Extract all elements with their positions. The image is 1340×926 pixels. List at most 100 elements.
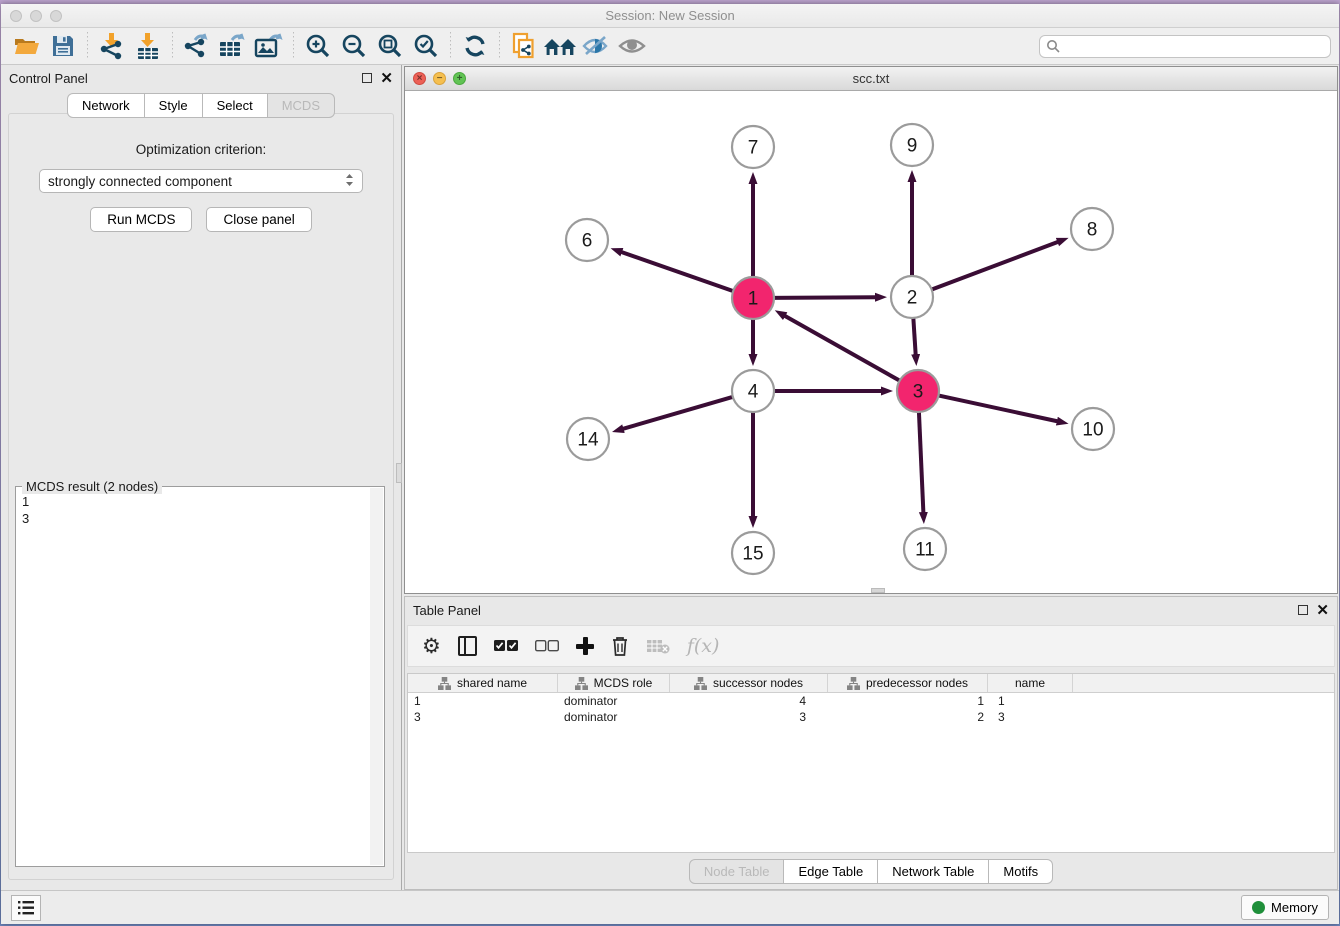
delete-column-button[interactable] [611, 635, 629, 657]
column-header[interactable]: MCDS role [558, 674, 670, 692]
memory-button[interactable]: Memory [1241, 895, 1329, 920]
hierarchy-icon [694, 677, 707, 690]
close-table-panel-icon[interactable]: ✕ [1316, 603, 1329, 618]
tab-network-table[interactable]: Network Table [878, 859, 989, 884]
graph-edge-1-2[interactable] [772, 297, 876, 298]
close-panel-icon[interactable]: ✕ [380, 71, 393, 86]
app-window: Session: New Session [1, 4, 1339, 924]
graph-edge-2-3[interactable] [913, 316, 915, 355]
search-field[interactable] [1039, 35, 1331, 58]
tab-network[interactable]: Network [67, 93, 145, 118]
zoom-in-button[interactable] [300, 30, 336, 62]
toolbar-separator [293, 32, 294, 60]
export-network-icon [183, 32, 211, 60]
unchecked-boxes-icon [535, 640, 559, 652]
chevron-up-down-icon [345, 173, 354, 190]
refresh-icon [462, 34, 488, 58]
float-table-panel-icon[interactable] [1298, 605, 1308, 615]
criterion-value: strongly connected component [48, 174, 232, 189]
titlebar: Session: New Session [1, 4, 1339, 28]
checked-boxes-icon [494, 640, 518, 652]
task-history-button[interactable] [11, 895, 41, 921]
column-header[interactable]: shared name [408, 674, 558, 692]
import-table-button[interactable] [130, 30, 166, 62]
tab-edge-table[interactable]: Edge Table [784, 859, 878, 884]
graph-node-label: 8 [1087, 220, 1098, 241]
cell-shared-name: 3 [408, 710, 558, 724]
mcds-result-line: 3 [22, 510, 380, 527]
criterion-dropdown[interactable]: strongly connected component [39, 169, 363, 193]
create-column-button[interactable] [576, 637, 594, 655]
trash-icon [611, 635, 629, 657]
table-row[interactable]: 1 dominator 4 1 1 [408, 693, 1334, 709]
show-networks-button[interactable] [542, 30, 578, 62]
delete-table-button[interactable] [646, 638, 670, 654]
control-panel-tabs: Network Style Select MCDS [1, 93, 401, 118]
plus-icon [576, 637, 594, 655]
graph-edge-3-10[interactable] [937, 395, 1058, 421]
tab-select[interactable]: Select [203, 93, 268, 118]
tab-style[interactable]: Style [145, 93, 203, 118]
graph-node-label: 9 [907, 136, 918, 157]
houses-icon [543, 35, 577, 57]
export-network-button[interactable] [179, 30, 215, 62]
import-network-button[interactable] [94, 30, 130, 62]
graph-edge-3-1[interactable] [784, 316, 901, 382]
toolbar-separator [499, 32, 500, 60]
show-eye-button[interactable] [614, 30, 650, 62]
float-panel-icon[interactable] [362, 73, 372, 83]
cell-name: 1 [988, 694, 1073, 708]
zoom-out-icon [341, 33, 367, 59]
result-scrollbar[interactable] [370, 488, 383, 865]
table-toolbar: ⚙ [407, 625, 1335, 667]
run-mcds-button[interactable]: Run MCDS [90, 207, 192, 232]
tab-motifs[interactable]: Motifs [989, 859, 1053, 884]
memory-label: Memory [1271, 900, 1318, 915]
panel-divider-handle[interactable] [396, 463, 402, 483]
tab-mcds[interactable]: MCDS [268, 93, 335, 118]
main-toolbar [1, 28, 1339, 65]
tab-node-table[interactable]: Node Table [689, 859, 785, 884]
column-header[interactable]: name [988, 674, 1073, 692]
control-panel-title: Control Panel [9, 71, 88, 86]
network-canvas[interactable]: 7968124314101511 [405, 91, 1337, 593]
zoom-in-icon [305, 33, 331, 59]
zoom-fit-button[interactable] [372, 30, 408, 62]
graph-node-label: 1 [748, 289, 759, 310]
columns-icon [458, 636, 477, 656]
column-header[interactable]: successor nodes [670, 674, 828, 692]
function-builder-button[interactable]: f(x) [687, 635, 720, 657]
cell-mcds-role: dominator [558, 694, 670, 708]
documents-share-icon [511, 32, 537, 60]
close-panel-button[interactable]: Close panel [206, 207, 311, 232]
toolbar-separator [87, 32, 88, 60]
canvas-resize-grip[interactable] [871, 588, 885, 593]
save-session-button[interactable] [45, 30, 81, 62]
cell-predecessor-nodes: 2 [828, 710, 988, 724]
graph-edge-1-6[interactable] [621, 252, 735, 292]
deselect-all-columns-button[interactable] [535, 640, 559, 652]
zoom-out-button[interactable] [336, 30, 372, 62]
mcds-panel-body: Optimization criterion: strongly connect… [8, 113, 394, 880]
window-title: Session: New Session [1, 8, 1339, 23]
hide-selected-button[interactable] [578, 30, 614, 62]
graph-edge-3-11[interactable] [919, 410, 924, 513]
optimization-criterion-label: Optimization criterion: [9, 142, 393, 157]
column-header[interactable]: predecessor nodes [828, 674, 988, 692]
open-session-button[interactable] [9, 30, 45, 62]
graph-edge-4-14[interactable] [623, 396, 735, 429]
export-table-button[interactable] [215, 30, 251, 62]
export-image-button[interactable] [251, 30, 287, 62]
zoom-selected-button[interactable] [408, 30, 444, 62]
table-settings-button[interactable]: ⚙ [422, 634, 441, 659]
apply-layout-button[interactable] [457, 30, 493, 62]
graph-edge-2-8[interactable] [930, 242, 1059, 291]
search-input[interactable] [1060, 39, 1324, 53]
select-all-columns-button[interactable] [494, 640, 518, 652]
gear-icon: ⚙ [422, 634, 441, 659]
show-columns-button[interactable] [458, 636, 477, 656]
clone-network-button[interactable] [506, 30, 542, 62]
table-row[interactable]: 3 dominator 3 2 3 [408, 709, 1334, 725]
graph-node-label: 11 [915, 540, 935, 561]
eye-icon [617, 36, 647, 56]
